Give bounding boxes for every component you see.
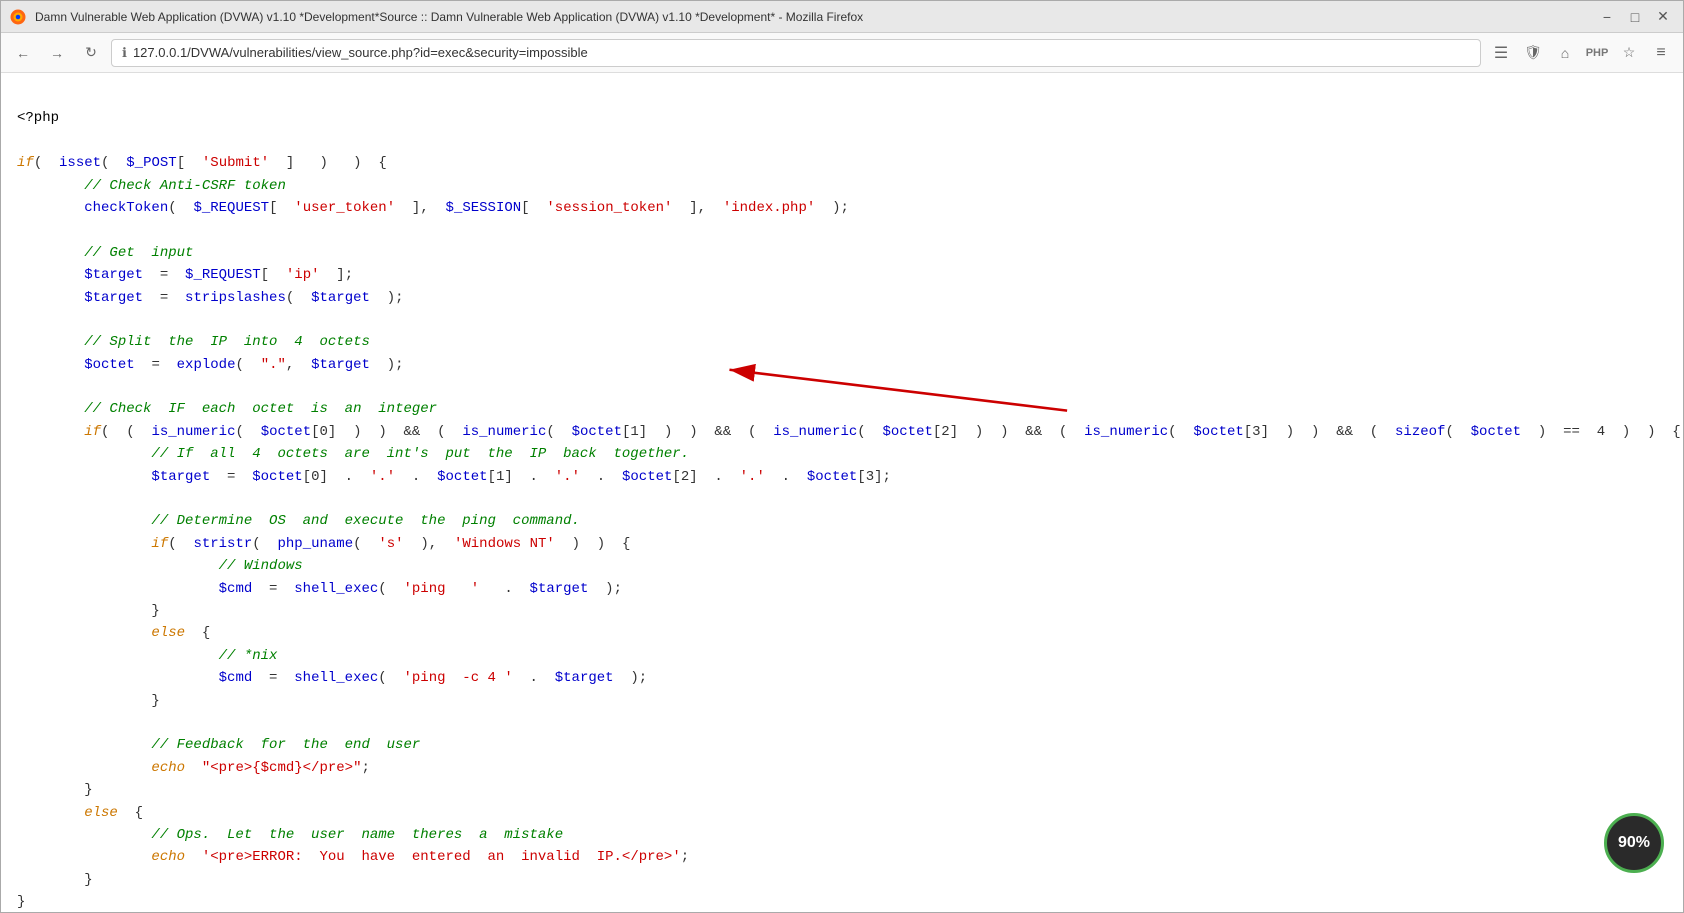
- star-icon[interactable]: ☆: [1615, 39, 1643, 67]
- window-controls: − □ ✕: [1595, 5, 1675, 29]
- nav-bar: ← → ↻ ℹ 127.0.0.1/DVWA/vulnerabilities/v…: [1, 33, 1683, 73]
- bookmark-icon[interactable]: ☰: [1487, 39, 1515, 67]
- nav-right-icons: ☰ 🛡 ⌂ PHP ☆ ≡: [1487, 39, 1675, 67]
- back-button[interactable]: ←: [9, 39, 37, 67]
- forward-button[interactable]: →: [43, 39, 71, 67]
- firefox-icon: [9, 8, 27, 26]
- close-button[interactable]: ✕: [1651, 5, 1675, 29]
- shield-icon[interactable]: 🛡: [1519, 39, 1547, 67]
- address-bar[interactable]: ℹ 127.0.0.1/DVWA/vulnerabilities/view_so…: [111, 39, 1481, 67]
- window-title: Damn Vulnerable Web Application (DVWA) v…: [35, 10, 1587, 24]
- menu-icon[interactable]: ≡: [1647, 39, 1675, 67]
- title-bar: Damn Vulnerable Web Application (DVWA) v…: [1, 1, 1683, 33]
- code-content: <?php if( isset( $_POST[ 'Submit' ] ) ) …: [17, 85, 1667, 912]
- reload-button[interactable]: ↻: [77, 39, 105, 67]
- php-badge[interactable]: PHP: [1583, 39, 1611, 67]
- maximize-button[interactable]: □: [1623, 5, 1647, 29]
- browser-window: Damn Vulnerable Web Application (DVWA) v…: [0, 0, 1684, 913]
- minimize-button[interactable]: −: [1595, 5, 1619, 29]
- url-text: 127.0.0.1/DVWA/vulnerabilities/view_sour…: [133, 45, 588, 60]
- home-icon[interactable]: ⌂: [1551, 39, 1579, 67]
- code-container[interactable]: <?php if( isset( $_POST[ 'Submit' ] ) ) …: [1, 73, 1683, 912]
- lock-icon: ℹ: [122, 45, 127, 61]
- score-badge: 90%: [1604, 813, 1664, 873]
